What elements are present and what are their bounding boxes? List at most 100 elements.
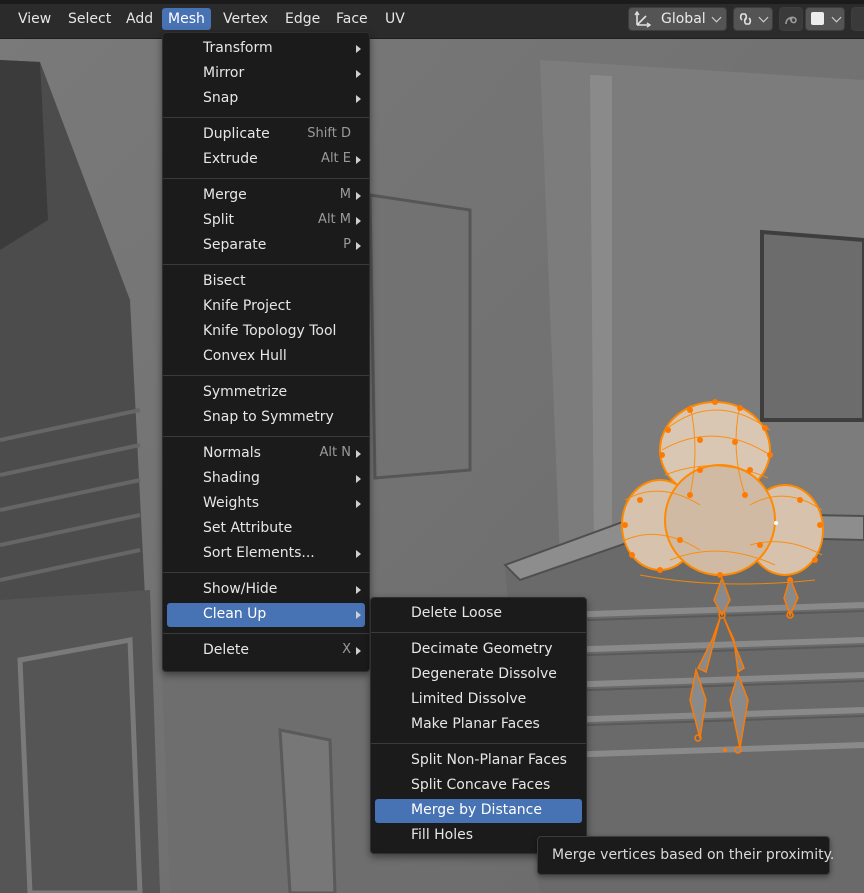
submenu-arrow-icon [356, 156, 361, 164]
menu-separator [163, 633, 369, 634]
submenu-arrow-icon [356, 475, 361, 483]
menu-item-label: Snap [203, 90, 239, 106]
submenu-arrow-icon [356, 95, 361, 103]
menu-item-label: Delete Loose [411, 605, 503, 621]
submenu-arrow-icon [356, 647, 361, 655]
menu-separator [163, 375, 369, 376]
falloff-dropdown[interactable] [805, 7, 845, 31]
menu-add[interactable]: Add [120, 8, 159, 30]
menu-item-label: Transform [203, 40, 273, 56]
proportional-edit-icon [785, 16, 797, 25]
cleanup-item-make-planar-faces[interactable]: Make Planar Faces [375, 713, 582, 737]
menu-separator [163, 178, 369, 179]
mesh-menu-item-delete[interactable]: Delete X [167, 639, 365, 663]
snapping-link-icon [739, 13, 752, 25]
menu-item-label: Knife Topology Tool [203, 323, 337, 339]
mesh-menu-item-symmetrize[interactable]: Symmetrize [167, 381, 365, 405]
submenu-arrow-icon [356, 550, 361, 558]
menu-item-label: Symmetrize [203, 384, 288, 400]
menu-item-shortcut: Alt E [321, 151, 351, 166]
transform-orientation-icon [634, 10, 652, 28]
tooltip: Merge vertices based on their proximity. [537, 836, 834, 875]
menu-item-shortcut: P [343, 237, 351, 252]
chevron-down-icon [711, 12, 722, 23]
submenu-arrow-icon [356, 192, 361, 200]
menu-item-shortcut: X [342, 642, 351, 657]
submenu-arrow-icon [356, 45, 361, 53]
menu-edge[interactable]: Edge [279, 8, 326, 30]
menu-item-label: Bisect [203, 273, 246, 289]
menu-item-label: Degenerate Dissolve [411, 666, 557, 682]
menu-item-label: Split [203, 212, 235, 228]
submenu-arrow-icon [356, 611, 361, 619]
mesh-menu-item-clean-up[interactable]: Clean Up [167, 603, 365, 627]
color-swatch-icon [811, 12, 824, 25]
mesh-menu-item-shading[interactable]: Shading [167, 467, 365, 491]
menu-view[interactable]: View [12, 8, 57, 30]
mesh-menu-item-transform[interactable]: Transform [167, 37, 365, 61]
menu-item-label: Clean Up [203, 606, 267, 622]
menu-item-label: Make Planar Faces [411, 716, 540, 732]
mesh-menu-item-knife-topology-tool[interactable]: Knife Topology Tool [167, 320, 365, 344]
tooltip-text: Merge vertices based on their proximity. [552, 847, 835, 863]
menu-item-label: Weights [203, 495, 260, 511]
chevron-down-icon [831, 12, 842, 23]
menu-item-label: Merge by Distance [411, 802, 542, 818]
mesh-menu-item-bisect[interactable]: Bisect [167, 270, 365, 294]
cleanup-item-split-non-planar-faces[interactable]: Split Non-Planar Faces [375, 749, 582, 773]
mesh-menu-item-snap[interactable]: Snap [167, 87, 365, 111]
submenu-arrow-icon [356, 500, 361, 508]
cleanup-item-limited-dissolve[interactable]: Limited Dissolve [375, 688, 582, 712]
cleanup-item-decimate-geometry[interactable]: Decimate Geometry [375, 638, 582, 662]
menu-item-label: Delete [203, 642, 249, 658]
menu-item-label: Decimate Geometry [411, 641, 553, 657]
menu-item-shortcut: Shift D [307, 126, 351, 141]
menu-select[interactable]: Select [62, 8, 117, 30]
mesh-menu-item-extrude[interactable]: Extrude Alt E [167, 148, 365, 172]
viewport-header: View Select Add Mesh Vertex Edge Face UV… [0, 0, 864, 39]
overflow-widget[interactable] [851, 7, 864, 31]
mesh-menu-item-normals[interactable]: Normals Alt N [167, 442, 365, 466]
mesh-menu-item-set-attribute[interactable]: Set Attribute [167, 517, 365, 541]
menu-item-label: Sort Elements... [203, 545, 315, 561]
pivot-point-dropdown[interactable] [733, 7, 773, 31]
proportional-edit-toggle[interactable] [779, 7, 803, 31]
menu-item-label: Extrude [203, 151, 258, 167]
mesh-menu: Transform Mirror Snap Duplicate Shift D Extru… [162, 32, 370, 672]
mesh-menu-item-convex-hull[interactable]: Convex Hull [167, 345, 365, 369]
mesh-menu-item-knife-project[interactable]: Knife Project [167, 295, 365, 319]
menu-vertex[interactable]: Vertex [217, 8, 274, 30]
cleanup-item-split-concave-faces[interactable]: Split Concave Faces [375, 774, 582, 798]
mesh-menu-item-show-hide[interactable]: Show/Hide [167, 578, 365, 602]
mesh-menu-item-separate[interactable]: Separate P [167, 234, 365, 258]
transform-orientation-value: Global [661, 11, 706, 27]
menu-item-label: Limited Dissolve [411, 691, 527, 707]
mesh-menu-item-sort-elements[interactable]: Sort Elements... [167, 542, 365, 566]
mesh-menu-item-split[interactable]: Split Alt M [167, 209, 365, 233]
cleanup-item-merge-by-distance[interactable]: Merge by Distance [375, 799, 582, 823]
menu-item-label: Knife Project [203, 298, 291, 314]
menu-item-label: Show/Hide [203, 581, 278, 597]
menu-face[interactable]: Face [330, 8, 374, 30]
mesh-menu-item-mirror[interactable]: Mirror [167, 62, 365, 86]
mesh-menu-item-weights[interactable]: Weights [167, 492, 365, 516]
menu-item-label: Snap to Symmetry [203, 409, 334, 425]
menu-item-shortcut: M [339, 187, 351, 202]
mesh-menu-item-merge[interactable]: Merge M [167, 184, 365, 208]
cleanup-item-degenerate-dissolve[interactable]: Degenerate Dissolve [375, 663, 582, 687]
menu-separator [163, 572, 369, 573]
transform-orientation-dropdown[interactable]: Global [628, 7, 727, 31]
mesh-menu-item-snap-to-symmetry[interactable]: Snap to Symmetry [167, 406, 365, 430]
menu-separator [371, 632, 586, 633]
menu-separator [371, 743, 586, 744]
submenu-arrow-icon [356, 242, 361, 250]
submenu-arrow-icon [356, 586, 361, 594]
menu-mesh[interactable]: Mesh [162, 8, 211, 30]
submenu-arrow-icon [356, 70, 361, 78]
menu-item-shortcut: Alt M [318, 212, 351, 227]
cleanup-item-delete-loose[interactable]: Delete Loose [375, 602, 582, 626]
menu-separator [163, 264, 369, 265]
menu-uv[interactable]: UV [379, 8, 411, 30]
mesh-menu-item-duplicate[interactable]: Duplicate Shift D [167, 123, 365, 147]
menu-separator [163, 436, 369, 437]
